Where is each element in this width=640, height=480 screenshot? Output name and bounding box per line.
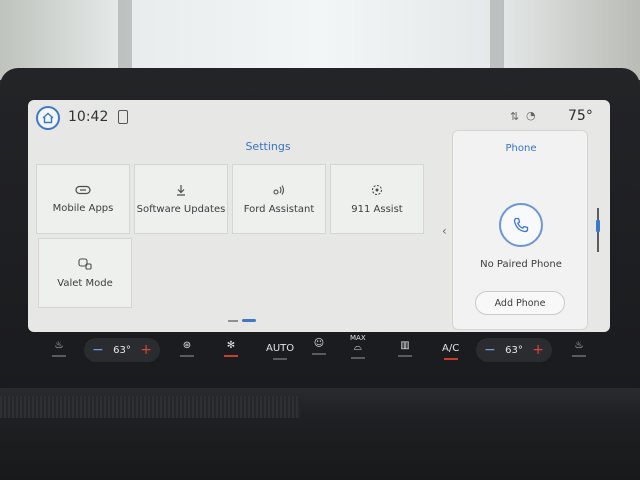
level-indicator (273, 358, 288, 360)
phone-panel: Phone No Paired Phone Add Phone (452, 130, 588, 330)
touchscreen: 10:42 ⇅ ◔ 75° Settings Mobile Apps Softw… (28, 100, 610, 332)
window-frame-left (118, 0, 132, 70)
tile-valet-mode[interactable]: Valet Mode (38, 238, 132, 308)
page-indicator (228, 319, 258, 323)
driver-temp: 63° (113, 344, 131, 356)
auto-label: AUTO (266, 343, 295, 354)
passenger-seat-heat-button[interactable]: ♨ (572, 340, 586, 357)
tile-label: Software Updates (136, 203, 226, 215)
tile-mobile-apps[interactable]: Mobile Apps (36, 164, 130, 234)
window-frame-right (490, 0, 504, 70)
fan-button[interactable]: ✻ (224, 340, 238, 357)
driver-temp-up-button[interactable]: + (140, 342, 152, 358)
side-scrollbar[interactable] (596, 208, 600, 252)
tile-label: Mobile Apps (52, 202, 114, 214)
airflow-icon: ☺ (313, 338, 325, 349)
level-indicator (52, 355, 66, 357)
home-icon (42, 112, 54, 124)
rear-defrost-icon: ▥ (400, 340, 410, 351)
heated-wheel-button[interactable]: ⊛ (180, 340, 194, 357)
add-phone-button[interactable]: Add Phone (475, 291, 565, 315)
steering-wheel-icon: ⊛ (182, 340, 192, 351)
level-indicator (443, 358, 458, 360)
seat-heat-icon: ♨ (574, 340, 584, 351)
auto-climate-button[interactable]: AUTO (266, 343, 294, 360)
scrollbar-thumb[interactable] (596, 220, 600, 232)
link-icon (75, 185, 91, 194)
driver-seat-heat-button[interactable]: ♨ (52, 340, 66, 357)
clock: 10:42 (68, 109, 109, 125)
phone-status-icon[interactable] (118, 110, 128, 124)
outside-temperature: 75° (568, 108, 593, 124)
valet-lock-icon (78, 257, 92, 270)
phone-call-button[interactable] (499, 203, 543, 247)
level-indicator (224, 355, 238, 357)
status-bar: 10:42 ⇅ ◔ 75° (28, 100, 610, 134)
download-icon (177, 184, 185, 196)
collapse-chevron-icon[interactable]: ‹ (442, 224, 447, 238)
driver-temp-control: − 63° + (84, 338, 160, 362)
page-dot (228, 320, 238, 322)
wifi-icon: ◔ (526, 109, 536, 122)
passenger-temp-up-button[interactable]: + (532, 342, 544, 358)
tile-label: Valet Mode (57, 277, 113, 289)
emergency-icon (371, 184, 383, 195)
page-dot-active (242, 319, 256, 322)
fan-icon: ✻ (226, 340, 236, 351)
tile-label: 911 Assist (351, 203, 403, 215)
phone-status-text: No Paired Phone (480, 259, 562, 270)
tile-911-assist[interactable]: 911 Assist (330, 164, 424, 234)
tile-ford-assistant[interactable]: Ford Assistant (232, 164, 326, 234)
car-infotainment-photo: 10:42 ⇅ ◔ 75° Settings Mobile Apps Softw… (0, 0, 640, 480)
climate-control-bar: ♨ − 63° + ⊛ ✻ AUTO ☺ MAX ⌓ ▥ A/C − 63° +… (36, 334, 604, 376)
front-defrost-icon: ⌓ (353, 342, 362, 353)
home-button[interactable] (36, 106, 60, 130)
airflow-button[interactable]: ☺ (312, 338, 326, 355)
level-indicator (350, 357, 365, 359)
voice-icon (273, 184, 285, 195)
ac-label: A/C (442, 343, 460, 354)
passenger-temp-down-button[interactable]: − (484, 342, 496, 358)
passenger-temp: 63° (505, 344, 523, 356)
seat-heat-icon: ♨ (54, 340, 64, 351)
level-indicator (398, 355, 412, 357)
level-indicator (572, 355, 586, 357)
driver-temp-down-button[interactable]: − (92, 342, 104, 358)
tile-software-updates[interactable]: Software Updates (134, 164, 228, 234)
tile-label: Ford Assistant (243, 203, 315, 215)
passenger-temp-control: − 63° + (476, 338, 552, 362)
settings-title: Settings (245, 140, 291, 153)
max-defrost-button[interactable]: MAX ⌓ (350, 334, 366, 359)
ac-button[interactable]: A/C (442, 343, 459, 360)
rear-defrost-button[interactable]: ▥ (398, 340, 412, 357)
phone-icon (513, 217, 529, 233)
air-vent (0, 396, 300, 418)
level-indicator (180, 355, 194, 357)
phone-title: Phone (505, 143, 537, 154)
max-label: MAX (350, 334, 366, 342)
level-indicator (312, 353, 326, 355)
signal-icon: ⇅ (510, 110, 520, 123)
